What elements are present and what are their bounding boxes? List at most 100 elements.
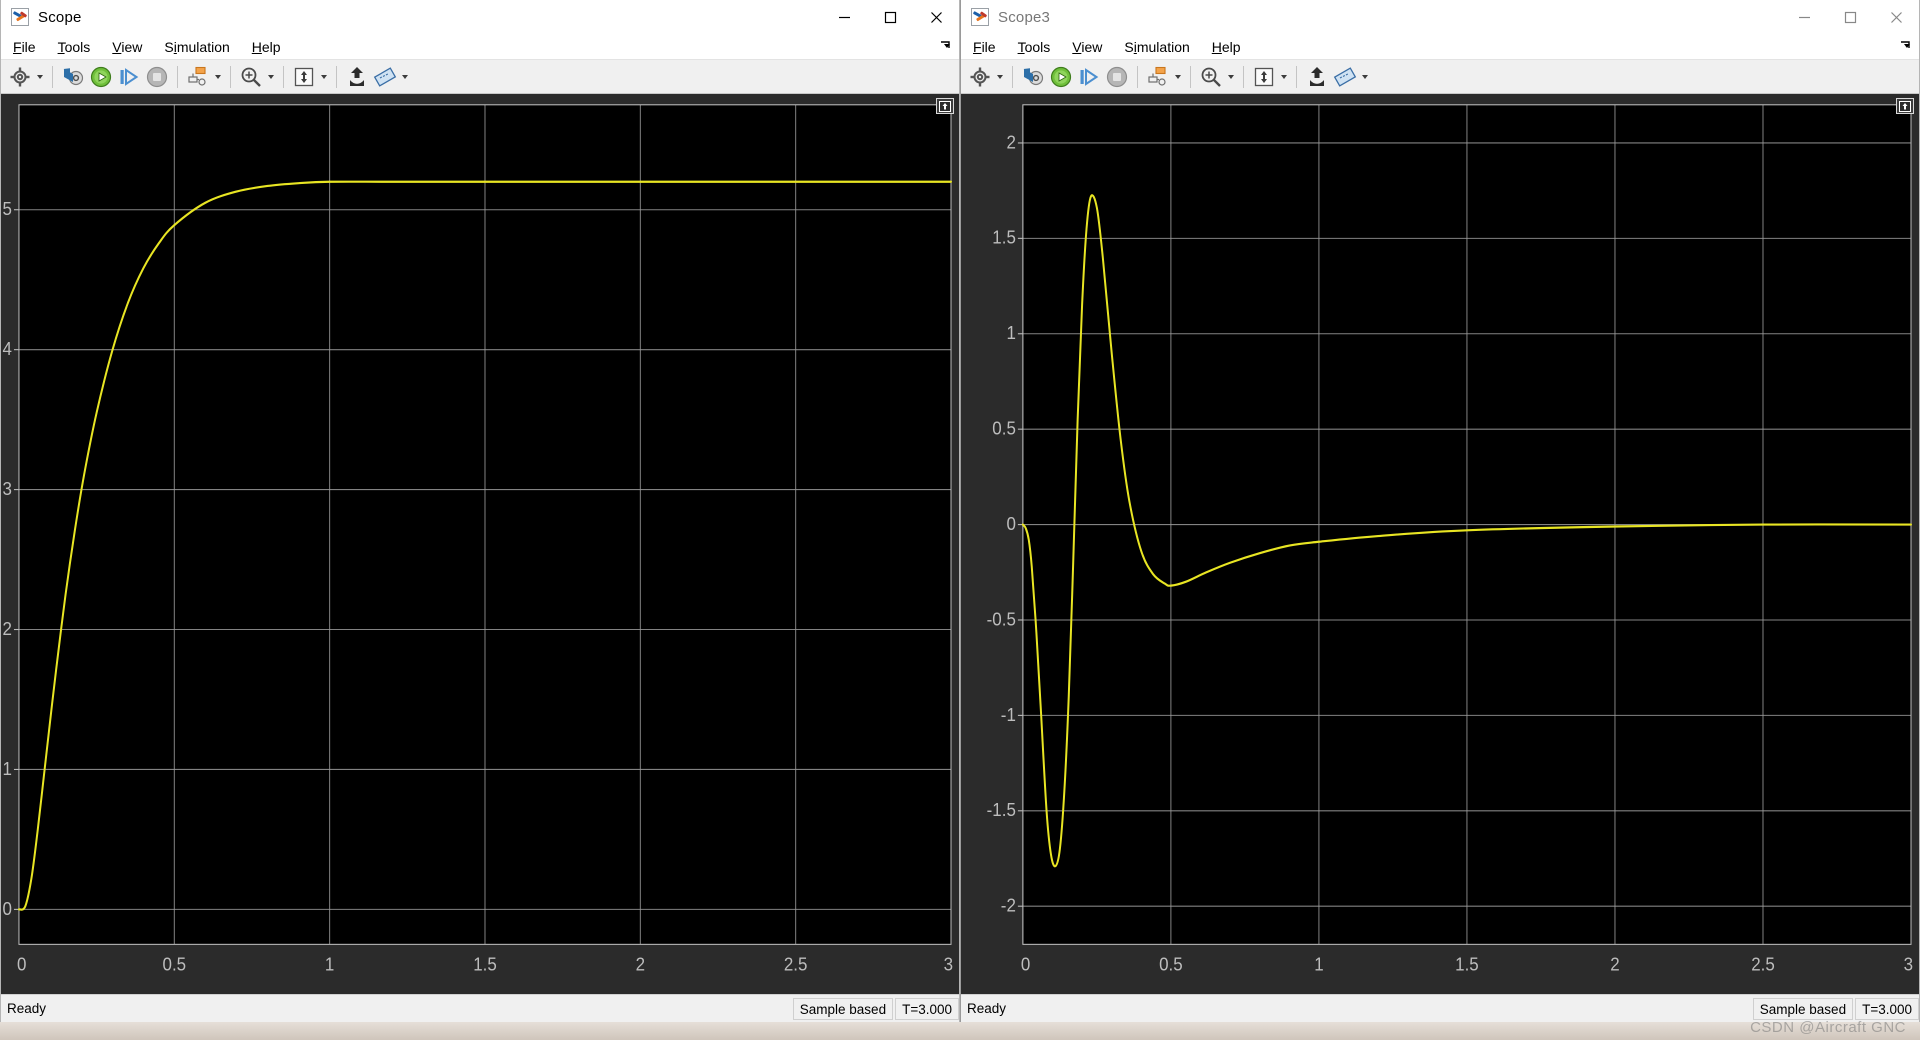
cursor-measurements-icon[interactable] — [1331, 63, 1359, 91]
run-icon[interactable] — [1047, 63, 1075, 91]
svg-text:1: 1 — [1006, 323, 1015, 344]
svg-text:0: 0 — [3, 898, 13, 919]
menu-help[interactable]: Help — [1202, 37, 1251, 57]
menu-file[interactable]: File — [3, 37, 46, 57]
toolbar-separator — [1296, 65, 1297, 88]
menu-view[interactable]: View — [1062, 37, 1112, 57]
cursor-measurements-caret-icon[interactable] — [399, 63, 411, 91]
svg-text:1.5: 1.5 — [473, 954, 497, 975]
toolbar-separator — [1243, 65, 1244, 88]
autoscale-icon[interactable] — [290, 63, 318, 91]
zoom-in-caret-icon[interactable] — [265, 63, 277, 91]
svg-text:1: 1 — [1314, 954, 1323, 975]
toolbar-separator — [230, 65, 231, 88]
lock-axes-icon[interactable] — [343, 63, 371, 91]
menu-overflow-icon[interactable] — [939, 39, 952, 57]
zoom-in-icon[interactable] — [237, 63, 265, 91]
step-forward-icon[interactable] — [115, 63, 143, 91]
cursor-measurements-caret-icon[interactable] — [1359, 63, 1371, 91]
close-button[interactable] — [913, 0, 959, 34]
status-bar: Ready Sample based T=3.000 — [961, 994, 1919, 1022]
svg-text:2: 2 — [636, 954, 645, 975]
cursor-measurements-icon[interactable] — [371, 63, 399, 91]
svg-text:2: 2 — [1006, 132, 1015, 153]
signal-selection-caret-icon[interactable] — [1172, 63, 1184, 91]
signal-selection-icon[interactable] — [184, 63, 212, 91]
signal-selection-icon[interactable] — [1144, 63, 1172, 91]
run-icon[interactable] — [87, 63, 115, 91]
svg-text:0: 0 — [1006, 513, 1016, 534]
menu-bar: File Tools View Simulation Help — [961, 34, 1919, 60]
svg-text:-1.5: -1.5 — [987, 800, 1016, 821]
toolbar-separator — [52, 65, 53, 88]
window-title: Scope3 — [998, 8, 1051, 26]
svg-text:1: 1 — [325, 954, 334, 975]
menu-help[interactable]: Help — [242, 37, 291, 57]
close-button[interactable] — [1873, 0, 1919, 34]
plot-area-scope3[interactable]: 2 1.5 1 0.5 0 -0.5 -1 -1.5 -2 0 0.5 1 1.5 2 2.5 3 — [961, 94, 1919, 994]
window-controls — [821, 0, 959, 34]
lock-axes-icon[interactable] — [1303, 63, 1331, 91]
step-back-icon[interactable] — [59, 63, 87, 91]
scope-window-scope: Scope File Tools View Simulation Help 0 … — [0, 0, 960, 1022]
svg-text:0: 0 — [1021, 954, 1031, 975]
stop-icon[interactable] — [143, 63, 171, 91]
plot-area-scope[interactable]: 0 1 2 3 4 5 0 0.5 1 1.5 2 2.5 3 — [1, 94, 959, 994]
svg-text:3: 3 — [3, 478, 13, 499]
configuration-properties-icon[interactable] — [6, 63, 34, 91]
window-title: Scope — [38, 8, 82, 26]
menu-simulation[interactable]: Simulation — [1114, 37, 1199, 57]
step-forward-icon[interactable] — [1075, 63, 1103, 91]
svg-text:2: 2 — [1610, 954, 1619, 975]
status-simulation-time: T=3.000 — [895, 998, 959, 1020]
minimize-button[interactable] — [821, 0, 867, 34]
maximize-axes-icon[interactable] — [1896, 98, 1914, 114]
minimize-button[interactable] — [1781, 0, 1827, 34]
maximize-axes-icon[interactable] — [936, 98, 954, 114]
scope-window-scope3: Scope3 File Tools View Simulation Help 2… — [960, 0, 1920, 1022]
menu-tools[interactable]: Tools — [1008, 37, 1061, 57]
status-message: Ready — [967, 1001, 1007, 1016]
svg-text:1.5: 1.5 — [1455, 954, 1479, 975]
svg-text:2: 2 — [3, 618, 12, 639]
configuration-properties-caret-icon[interactable] — [34, 63, 46, 91]
scope-plot-canvas: 0 1 2 3 4 5 0 0.5 1 1.5 2 2.5 3 — [1, 94, 959, 994]
maximize-button[interactable] — [1827, 0, 1873, 34]
toolbar-separator — [1012, 65, 1013, 88]
zoom-in-caret-icon[interactable] — [1225, 63, 1237, 91]
toolbar-separator — [177, 65, 178, 88]
status-right-group: Sample based T=3.000 — [1751, 995, 1919, 1023]
svg-text:5: 5 — [3, 199, 13, 220]
autoscale-icon[interactable] — [1250, 63, 1278, 91]
menu-view[interactable]: View — [102, 37, 152, 57]
status-message: Ready — [7, 1001, 47, 1016]
toolbar — [961, 60, 1919, 94]
svg-text:0.5: 0.5 — [992, 418, 1016, 439]
configuration-properties-icon[interactable] — [966, 63, 994, 91]
maximize-button[interactable] — [867, 0, 913, 34]
menu-simulation[interactable]: Simulation — [154, 37, 239, 57]
configuration-properties-caret-icon[interactable] — [994, 63, 1006, 91]
zoom-in-icon[interactable] — [1197, 63, 1225, 91]
svg-text:2.5: 2.5 — [1751, 954, 1775, 975]
autoscale-caret-icon[interactable] — [318, 63, 330, 91]
toolbar-separator — [283, 65, 284, 88]
toolbar-separator — [1190, 65, 1191, 88]
menu-file[interactable]: File — [963, 37, 1006, 57]
svg-text:0.5: 0.5 — [1159, 954, 1183, 975]
menu-overflow-icon[interactable] — [1899, 39, 1912, 57]
step-back-icon[interactable] — [1019, 63, 1047, 91]
title-bar[interactable]: Scope — [1, 0, 959, 34]
title-bar[interactable]: Scope3 — [961, 0, 1919, 34]
svg-text:-0.5: -0.5 — [987, 609, 1016, 630]
taskbar-strip — [0, 1022, 1920, 1040]
menu-bar: File Tools View Simulation Help — [1, 34, 959, 60]
svg-text:2.5: 2.5 — [784, 954, 808, 975]
autoscale-caret-icon[interactable] — [1278, 63, 1290, 91]
menu-tools[interactable]: Tools — [48, 37, 101, 57]
toolbar — [1, 60, 959, 94]
desktop: Scope File Tools View Simulation Help 0 … — [0, 0, 1920, 1040]
toolbar-separator — [1137, 65, 1138, 88]
signal-selection-caret-icon[interactable] — [212, 63, 224, 91]
stop-icon[interactable] — [1103, 63, 1131, 91]
